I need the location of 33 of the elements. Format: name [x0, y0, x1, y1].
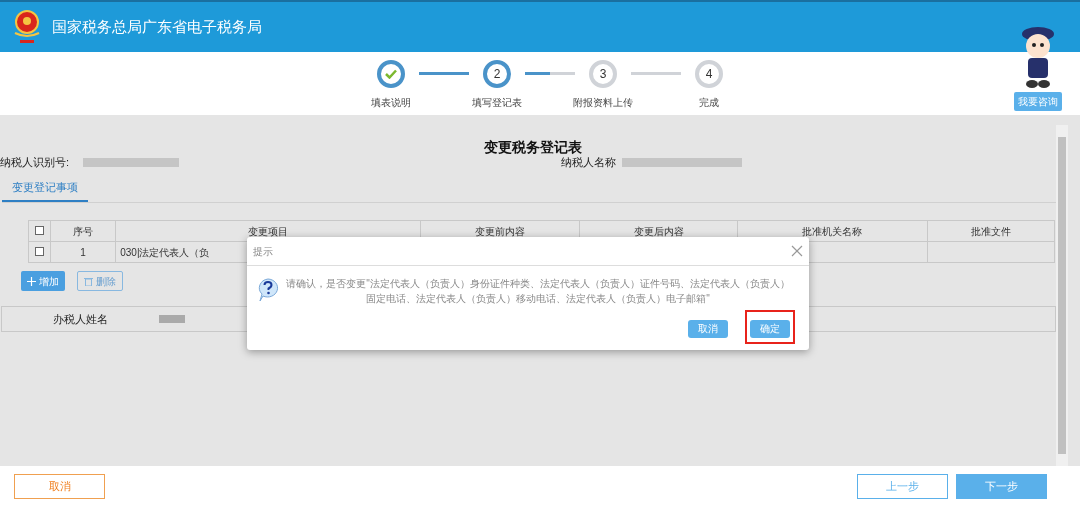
- step-label: 填写登记表: [472, 96, 522, 110]
- blurred-value: [159, 315, 185, 323]
- field-label: 办税人姓名: [52, 311, 109, 327]
- previous-button[interactable]: 上一步: [857, 474, 948, 499]
- step-label: 填表说明: [371, 96, 411, 110]
- tab[interactable]: 变更登记事项: [2, 178, 88, 202]
- check-icon: [385, 69, 397, 79]
- table-cell: 1: [50, 241, 116, 263]
- consult-button[interactable]: 我要咨询: [1014, 92, 1062, 111]
- cancel-button[interactable]: 取消: [14, 474, 105, 499]
- checkbox[interactable]: [35, 246, 44, 256]
- field-label: 纳税人识别号:: [0, 155, 70, 170]
- column-header: 批准文件: [927, 220, 1055, 242]
- next-button[interactable]: 下一步: [956, 474, 1047, 499]
- emblem-logo: [12, 9, 42, 45]
- plus-icon: [27, 276, 36, 286]
- close-button[interactable]: [791, 245, 803, 257]
- field-label: 纳税人名称: [561, 155, 617, 170]
- dialog-button[interactable]: 取消: [688, 319, 728, 338]
- dialog-button[interactable]: 确定: [750, 319, 790, 338]
- close-icon: [791, 245, 803, 257]
- add-button[interactable]: 增加: [21, 271, 65, 291]
- checkbox[interactable]: [35, 225, 44, 235]
- step-label: 附报资料上传: [573, 96, 633, 110]
- site-title: 国家税务总局广东省电子税务局: [52, 16, 262, 37]
- step-label: 完成: [699, 96, 719, 110]
- form-title: 变更税务登记表: [484, 138, 582, 157]
- column-header: 序号: [50, 220, 116, 242]
- question-icon: [257, 278, 279, 302]
- trash-icon: [84, 276, 93, 286]
- delete-button[interactable]: 删除: [77, 271, 123, 291]
- dialog-message: 请确认，是否变更"法定代表人（负责人）身份证件种类、法定代表人（负责人）证件号码、法定代表人（负责人）固定电话、法定代表人（负责人）移动电话、法定代表人（负责人）电子邮箱": [285, 277, 791, 306]
- dialog-title: 提示: [253, 244, 273, 259]
